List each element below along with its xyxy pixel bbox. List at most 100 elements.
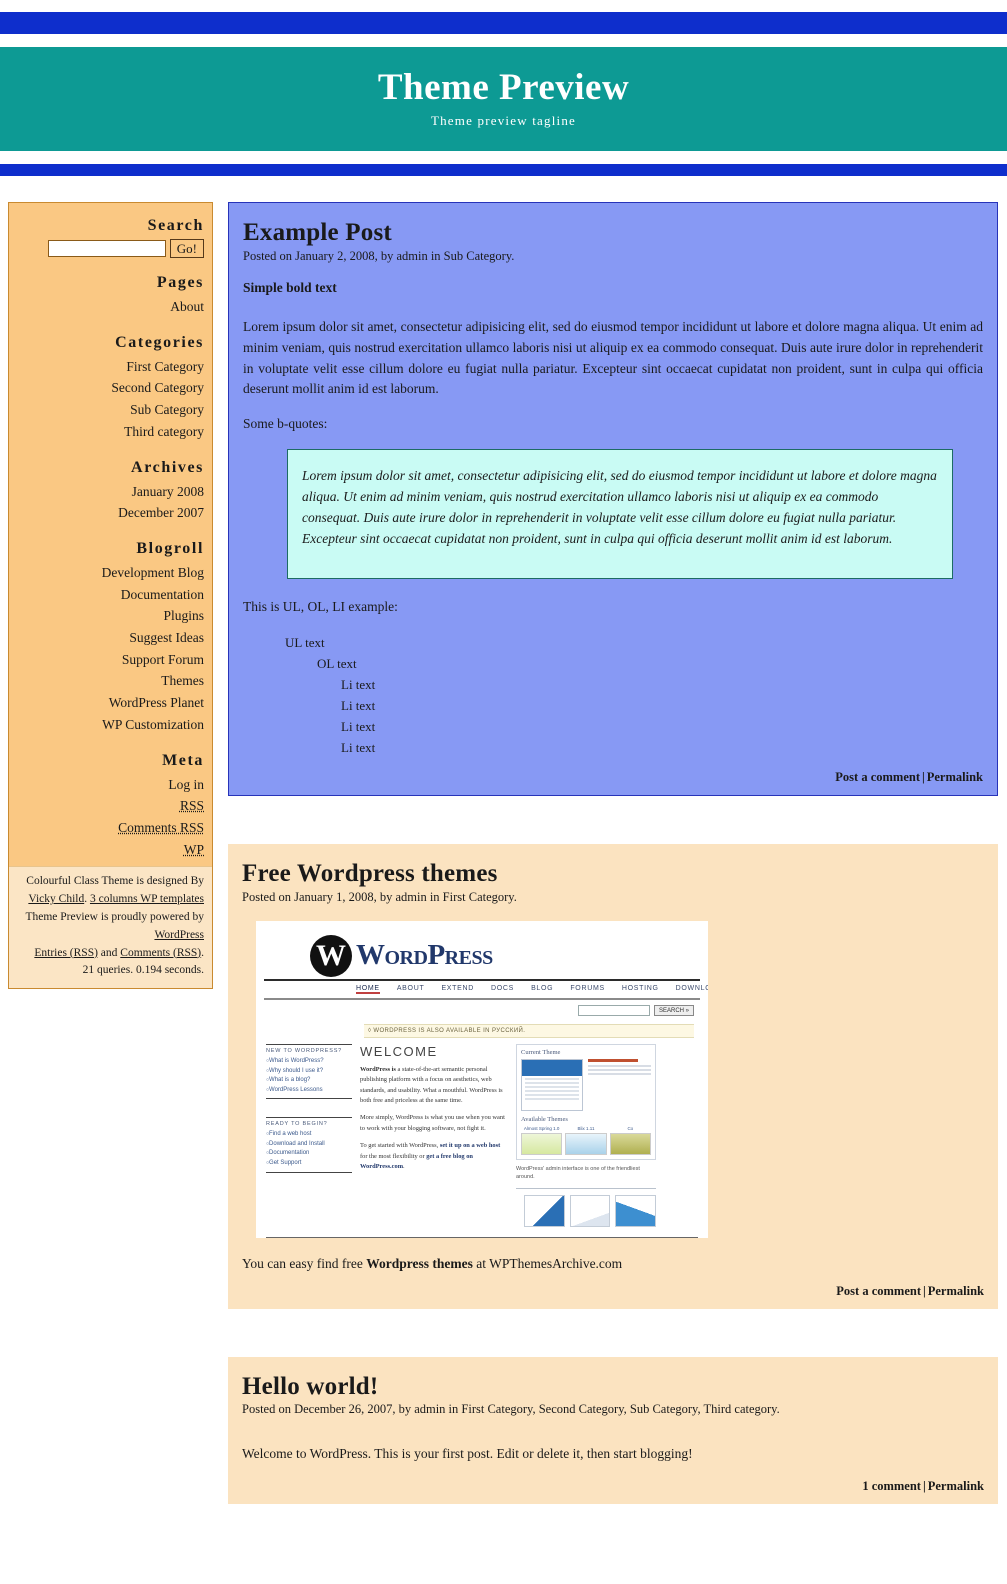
post-comment-link[interactable]: Post a comment xyxy=(835,770,920,784)
post-blockquote: Lorem ipsum dolor sit amet, consectetur … xyxy=(287,449,953,579)
site-title[interactable]: Theme Preview xyxy=(378,68,629,108)
sidebar-link-comments-rss[interactable]: Comments RSS xyxy=(118,820,204,835)
credit-link-templates[interactable]: 3 columns WP templates xyxy=(90,893,204,905)
post-title-link[interactable]: Example Post xyxy=(243,219,392,246)
post-title-link[interactable]: Hello world! xyxy=(242,1373,378,1400)
list-item[interactable]: What is WordPress? xyxy=(266,1057,352,1067)
post-title: Hello world! xyxy=(242,1373,984,1401)
wp-nav-about[interactable]: ABOUT xyxy=(397,985,425,994)
list-item[interactable]: Find a web host xyxy=(266,1130,352,1140)
wp-nav-blog[interactable]: BLOG xyxy=(531,985,553,994)
wp-nav-hosting[interactable]: HOSTING xyxy=(622,985,659,994)
search-submit-button[interactable]: Go! xyxy=(169,239,204,258)
sidebar-item-wp-customization[interactable]: WP Customization xyxy=(17,714,204,736)
sidebar-item-log-in[interactable]: Log in xyxy=(17,774,204,796)
list-item[interactable]: WordPress Lessons xyxy=(266,1086,352,1096)
sidebar-item-december-2007[interactable]: December 2007 xyxy=(17,502,204,524)
credit-link-comments-rss[interactable]: Comments (RSS) xyxy=(120,947,201,959)
wp-nav-download[interactable]: DOWNLOAD xyxy=(676,985,708,994)
sidebar-link-documentation[interactable]: Documentation xyxy=(121,587,204,602)
sidebar-link-rss[interactable]: RSS xyxy=(180,798,204,813)
wordpress-screenshot-image[interactable]: W WordPress HOME ABOUT EXTEND DOCS BLOG … xyxy=(256,920,708,1238)
wp-right-column: Current Theme Available Themes Almost Sp… xyxy=(516,1043,657,1228)
post-comment-link[interactable]: Post a comment xyxy=(836,1284,921,1298)
wp-new-to-wordpress-box: NEW TO WORDPRESS? What is WordPress? Why… xyxy=(266,1043,352,1100)
wp-available-theme-thumb xyxy=(609,1132,651,1155)
list-item[interactable]: Why should I use it? xyxy=(266,1067,352,1077)
wp-nav-docs[interactable]: DOCS xyxy=(491,985,514,994)
sidebar-link-december-2007[interactable]: December 2007 xyxy=(118,505,204,520)
sidebar-link-january-2008[interactable]: January 2008 xyxy=(132,484,204,499)
footer-separator: | xyxy=(922,1283,926,1298)
wp-link-set-it-up[interactable]: set it up on a web host xyxy=(440,1142,500,1149)
wp-nav-extend[interactable]: EXTEND xyxy=(441,985,474,994)
post-permalink-link[interactable]: Permalink xyxy=(928,1284,984,1298)
sidebar-link-support-forum[interactable]: Support Forum xyxy=(122,652,204,667)
sidebar-item-third-category[interactable]: Third category xyxy=(17,421,204,443)
sidebar-link-about[interactable]: About xyxy=(170,299,204,314)
wp-available-theme-cell[interactable]: Co xyxy=(609,1126,651,1155)
sidebar-item-comments-rss[interactable]: Comments RSS xyxy=(17,817,204,839)
wp-mini-screenshot[interactable] xyxy=(524,1195,565,1228)
post-permalink-link[interactable]: Permalink xyxy=(928,1479,984,1493)
sidebar-item-about[interactable]: About xyxy=(17,296,204,318)
sidebar-item-wordpress-planet[interactable]: WordPress Planet xyxy=(17,692,204,714)
sidebar-link-themes[interactable]: Themes xyxy=(161,673,204,688)
post-meta: Posted on January 1, 2008, by admin in F… xyxy=(242,889,517,904)
sidebar-link-log-in[interactable]: Log in xyxy=(168,777,204,792)
search-form[interactable]: Go! xyxy=(17,239,204,258)
sidebar-link-third-category[interactable]: Third category xyxy=(124,424,204,439)
post-title-link[interactable]: Free Wordpress themes xyxy=(242,860,498,887)
wp-available-theme-cell[interactable]: Almost Spring 1.0 xyxy=(521,1126,563,1155)
post-comment-link[interactable]: 1 comment xyxy=(862,1479,921,1493)
post-meta: Posted on December 26, 2007, by admin in… xyxy=(242,1402,780,1417)
credit-and: and xyxy=(97,946,121,959)
list-item[interactable]: What is a blog? xyxy=(266,1076,352,1086)
sidebar-item-development-blog[interactable]: Development Blog xyxy=(17,562,204,584)
sidebar-link-wp[interactable]: WP xyxy=(184,842,204,857)
sidebar-item-january-2008[interactable]: January 2008 xyxy=(17,481,204,503)
post-hello-world: Hello world! Posted on December 26, 2007… xyxy=(228,1356,998,1504)
wp-search-button[interactable]: SEARCH » xyxy=(653,1004,694,1016)
sidebar-link-wp-customization[interactable]: WP Customization xyxy=(102,717,204,732)
wp-nav-home[interactable]: HOME xyxy=(356,985,380,994)
list-item[interactable]: Documentation xyxy=(266,1149,352,1159)
sidebar-link-suggest-ideas[interactable]: Suggest Ideas xyxy=(129,630,204,645)
sidebar-link-plugins[interactable]: Plugins xyxy=(163,608,204,623)
sidebar-item-sub-category[interactable]: Sub Category xyxy=(17,399,204,421)
wp-search-input[interactable] xyxy=(577,1004,650,1016)
sidebar-item-rss[interactable]: RSS xyxy=(17,795,204,817)
sidebar-heading-pages: Pages xyxy=(156,274,204,291)
sidebar-link-first-category[interactable]: First Category xyxy=(126,359,204,374)
search-input[interactable] xyxy=(47,240,166,257)
sidebar-meta-list: Log in RSS Comments RSS WP xyxy=(17,774,204,861)
sidebar-item-themes[interactable]: Themes xyxy=(17,670,204,692)
credit-link-designer[interactable]: Vicky Child xyxy=(28,893,84,905)
wp-ready-to-begin-box: READY TO BEGIN? Find a web host Download… xyxy=(266,1117,352,1173)
credit-link-wordpress[interactable]: WordPress xyxy=(154,929,204,941)
list-item[interactable]: Download and Install xyxy=(266,1140,352,1150)
post-title: Free Wordpress themes xyxy=(242,860,984,888)
sidebar-item-wp[interactable]: WP xyxy=(17,839,204,861)
wp-theme-meta-line xyxy=(588,1072,651,1075)
sidebar-link-development-blog[interactable]: Development Blog xyxy=(102,565,204,580)
sidebar-item-plugins[interactable]: Plugins xyxy=(17,605,204,627)
sidebar-link-second-category[interactable]: Second Category xyxy=(111,380,204,395)
wp-mini-screenshot[interactable] xyxy=(569,1195,611,1228)
sidebar-link-sub-category[interactable]: Sub Category xyxy=(130,402,204,417)
site-tagline: Theme preview tagline xyxy=(430,113,577,129)
sidebar-link-wordpress-planet[interactable]: WordPress Planet xyxy=(109,695,204,710)
wp-paragraph-1: WordPress is a state-of-the-art semantic… xyxy=(360,1065,508,1107)
wp-mini-screenshot[interactable] xyxy=(615,1195,657,1228)
sidebar-item-second-category[interactable]: Second Category xyxy=(17,377,204,399)
sidebar-item-suggest-ideas[interactable]: Suggest Ideas xyxy=(17,627,204,649)
wp-thumb-line xyxy=(525,1097,579,1100)
credit-link-entries-rss[interactable]: Entries (RSS) xyxy=(34,947,98,959)
wp-available-theme-cell[interactable]: Blix 1.11 xyxy=(565,1126,607,1155)
post-permalink-link[interactable]: Permalink xyxy=(927,770,983,784)
sidebar-item-support-forum[interactable]: Support Forum xyxy=(17,649,204,671)
sidebar-item-documentation[interactable]: Documentation xyxy=(17,584,204,606)
list-item[interactable]: Get Support xyxy=(266,1159,352,1169)
sidebar-item-first-category[interactable]: First Category xyxy=(17,356,204,378)
wp-nav-forums[interactable]: FORUMS xyxy=(570,985,605,994)
